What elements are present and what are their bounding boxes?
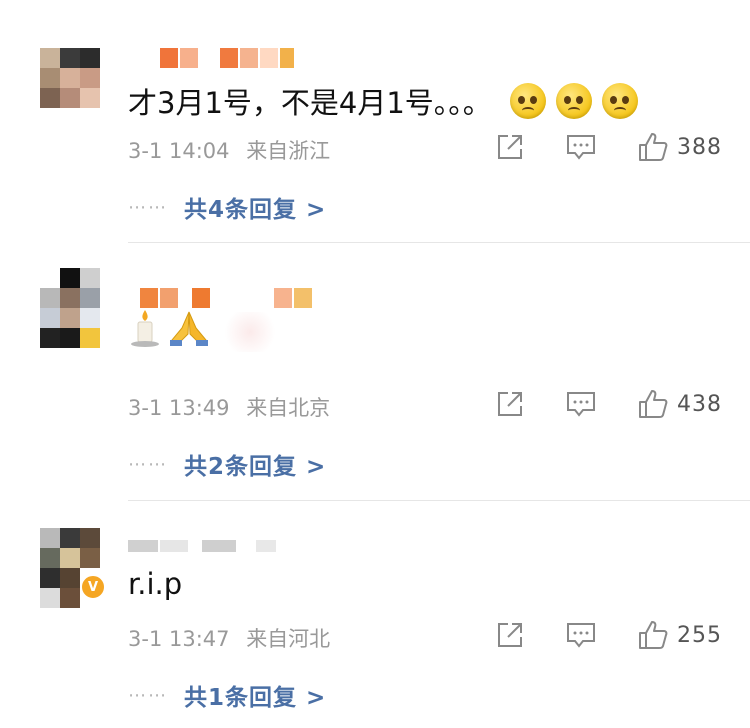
- share-icon[interactable]: [495, 620, 525, 650]
- username-blurred[interactable]: [140, 288, 312, 308]
- thumbs-up-icon: [639, 133, 668, 161]
- comment-meta: 3-1 13:49 来自北京: [128, 392, 330, 422]
- reply-count-label: 共4条回复 >: [184, 197, 327, 223]
- like-count: 438: [677, 391, 722, 417]
- comment-text: 才3月1号，不是4月1号。。。: [128, 80, 638, 122]
- comment-body: r.i.p: [128, 567, 183, 601]
- view-replies-link[interactable]: ⋯⋯ 共1条回复 >: [128, 678, 326, 712]
- comment-time: 3-1 14:04: [128, 139, 230, 163]
- comment-icon[interactable]: [565, 132, 597, 162]
- divider: [128, 242, 750, 243]
- reply-count-label: 共1条回复 >: [184, 685, 327, 711]
- comment-body: 才3月1号，不是4月1号。。。: [128, 86, 492, 120]
- reply-count-label: 共2条回复 >: [184, 454, 327, 480]
- comment-actions: 388: [495, 131, 722, 163]
- avatar[interactable]: [40, 268, 100, 348]
- comment-icon[interactable]: [565, 389, 597, 419]
- comment-meta: 3-1 14:04 来自浙江: [128, 135, 330, 165]
- share-icon[interactable]: [495, 132, 525, 162]
- candle-emoji: [128, 308, 162, 355]
- username-blurred[interactable]: [128, 540, 276, 552]
- view-replies-link[interactable]: ⋯⋯ 共4条回复 >: [128, 190, 326, 224]
- share-icon[interactable]: [495, 389, 525, 419]
- avatar[interactable]: [40, 48, 100, 108]
- comment-actions: 255: [495, 619, 722, 651]
- thumbs-up-icon: [639, 621, 668, 649]
- comment-location: 来自浙江: [246, 139, 331, 163]
- rolling-eyes-emoji: [601, 83, 638, 119]
- dots: ⋯⋯: [128, 196, 168, 218]
- divider: [128, 500, 750, 501]
- comment-time: 3-1 13:47: [128, 627, 230, 651]
- like-button[interactable]: 438: [637, 388, 722, 420]
- username-blurred[interactable]: [160, 48, 294, 68]
- like-count: 255: [677, 622, 722, 648]
- rolling-eyes-emoji: [555, 83, 592, 119]
- dots: ⋯⋯: [128, 684, 168, 706]
- like-count: 388: [677, 134, 722, 160]
- thumbs-up-icon: [639, 390, 668, 418]
- verified-badge-icon: V: [80, 574, 106, 600]
- comment-text: r.i.p: [128, 567, 182, 601]
- comment-meta: 3-1 13:47 来自河北: [128, 623, 330, 653]
- like-button[interactable]: 255: [637, 619, 722, 651]
- comment-actions: 438: [495, 388, 722, 420]
- comment-location: 来自河北: [246, 627, 331, 651]
- like-button[interactable]: 388: [637, 131, 722, 163]
- comment-time: 3-1 13:49: [128, 396, 230, 420]
- folded-hands-emoji: [168, 308, 210, 355]
- comment-text: [128, 308, 280, 355]
- comment-icon[interactable]: [565, 620, 597, 650]
- view-replies-link[interactable]: ⋯⋯ 共2条回复 >: [128, 447, 326, 481]
- comment-location: 来自北京: [246, 396, 331, 420]
- dots: ⋯⋯: [128, 453, 168, 475]
- rolling-eyes-emoji: [509, 83, 546, 119]
